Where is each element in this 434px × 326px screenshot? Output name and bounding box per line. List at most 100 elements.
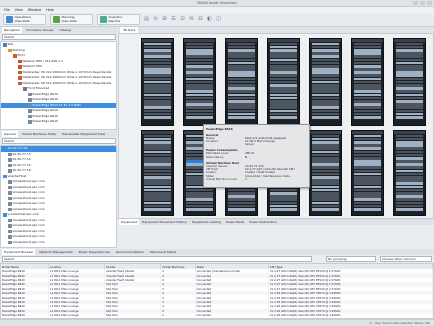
rack-unit[interactable] [270, 115, 297, 119]
rack-unit[interactable] [396, 150, 423, 154]
rack-unit[interactable] [228, 42, 255, 46]
rack-unit[interactable] [354, 55, 381, 58]
rack-unit[interactable] [186, 96, 213, 100]
rack[interactable] [141, 130, 174, 216]
tab-placeholder-equipment-view[interactable]: Placeholder Equipment View [60, 131, 107, 137]
rack-unit[interactable] [144, 185, 171, 189]
rack-unit[interactable] [312, 77, 339, 81]
rack-unit[interactable] [396, 112, 423, 116]
toolbar-tool-icon[interactable]: ⊞ [162, 17, 167, 22]
rack-unit[interactable] [396, 185, 423, 189]
rack-unit[interactable] [354, 150, 381, 154]
rack-unit[interactable] [228, 115, 255, 119]
toolbar-tool-icon[interactable]: ▤ [144, 17, 149, 22]
rack-unit[interactable] [228, 207, 255, 211]
rack-unit[interactable] [144, 45, 171, 49]
rack-unit[interactable] [396, 198, 423, 201]
rack-unit[interactable] [270, 90, 297, 93]
rack-unit[interactable] [396, 166, 423, 170]
tab-equipment-placement-history[interactable]: Equipment Placement History [140, 219, 189, 225]
rack-unit[interactable] [270, 61, 297, 65]
tab-connector-groups[interactable]: Connector Groups [24, 27, 55, 33]
rack-unit[interactable] [354, 109, 381, 113]
rack-unit[interactable] [312, 147, 339, 150]
rack-unit[interactable] [312, 45, 339, 49]
rack-unit[interactable] [228, 77, 255, 81]
toolbar-tool-icon[interactable]: ⟲ [153, 17, 158, 22]
rack-unit[interactable] [228, 204, 255, 208]
equipment-search-input[interactable]: Search [2, 256, 312, 262]
rack-unit[interactable] [270, 42, 297, 46]
rack-unit[interactable] [186, 188, 213, 192]
rack-unit[interactable] [144, 109, 171, 113]
rack-unit[interactable] [312, 150, 339, 154]
rack-unit[interactable] [144, 137, 171, 141]
rack-unit[interactable] [312, 93, 339, 97]
rack-unit[interactable] [144, 182, 171, 185]
tab-recommendations[interactable]: Recommendations [114, 249, 146, 255]
rack-unit[interactable] [354, 137, 381, 141]
rack-unit[interactable] [270, 45, 297, 49]
rack-unit[interactable] [312, 198, 339, 201]
rack-unit[interactable] [396, 55, 423, 58]
tab-equipment-loading[interactable]: Equipment Loading [190, 219, 223, 225]
rack-unit[interactable] [354, 42, 381, 46]
rack-unit[interactable] [186, 198, 213, 201]
rack-unit[interactable] [228, 96, 255, 100]
rack-unit[interactable] [312, 55, 339, 58]
rack-unit[interactable] [396, 96, 423, 100]
rack-unit[interactable] [144, 147, 171, 150]
rack-unit[interactable] [186, 115, 213, 119]
rack-unit[interactable] [396, 109, 423, 113]
rack-unit[interactable] [186, 77, 213, 81]
rack-unit[interactable] [396, 137, 423, 141]
rack-unit[interactable] [144, 42, 171, 46]
toolbar-tool-icon[interactable]: ⊡ [180, 17, 185, 22]
tab-general[interactable]: General [2, 131, 18, 137]
rack-unit[interactable] [312, 185, 339, 189]
rack-unit[interactable] [354, 106, 381, 109]
rack-unit[interactable] [144, 90, 171, 93]
rack-unit[interactable] [396, 134, 423, 138]
rack-unit[interactable] [396, 147, 423, 150]
rack-unit[interactable] [396, 90, 423, 93]
rack-unit[interactable] [228, 109, 255, 113]
rack-unit[interactable] [186, 74, 213, 78]
rack-unit[interactable] [396, 77, 423, 81]
close-button[interactable] [427, 1, 432, 5]
tab-power-panel[interactable]: Power Panel [224, 219, 246, 225]
rack-unit[interactable] [270, 109, 297, 113]
rack-unit[interactable] [228, 74, 255, 78]
toolbar-button-operations[interactable]: Operations View Data [3, 14, 46, 25]
rack-unit[interactable] [144, 188, 171, 192]
rack[interactable] [183, 38, 216, 126]
rack-unit[interactable] [396, 106, 423, 109]
rack-unit[interactable] [144, 96, 171, 100]
rack-unit[interactable] [144, 106, 171, 109]
rack-unit[interactable] [144, 153, 171, 157]
rack-unit[interactable] [354, 166, 381, 170]
maximize-button[interactable] [420, 1, 425, 5]
rack-unit[interactable] [396, 115, 423, 119]
rack-unit[interactable] [354, 188, 381, 192]
tab-network-management[interactable]: Network Management [37, 249, 74, 255]
rack-unit[interactable] [396, 61, 423, 65]
rack-unit[interactable] [354, 134, 381, 138]
rack-unit[interactable] [186, 90, 213, 93]
rack-unit[interactable] [270, 207, 297, 211]
rack-unit[interactable] [186, 45, 213, 49]
rack-unit[interactable] [312, 58, 339, 62]
rack-unit[interactable] [396, 201, 423, 205]
rack-unit[interactable] [312, 182, 339, 185]
rack-unit[interactable] [354, 153, 381, 157]
rack-unit[interactable] [396, 58, 423, 62]
rack-unit[interactable] [144, 166, 171, 170]
rack-unit[interactable] [270, 112, 297, 116]
grouping-select[interactable]: No grouping [326, 256, 376, 262]
rack[interactable] [351, 130, 384, 216]
rack-unit[interactable] [228, 93, 255, 97]
rack-unit[interactable] [396, 153, 423, 157]
rack-unit[interactable] [270, 106, 297, 109]
rack-unit[interactable] [396, 93, 423, 97]
rack-unit[interactable] [144, 61, 171, 65]
